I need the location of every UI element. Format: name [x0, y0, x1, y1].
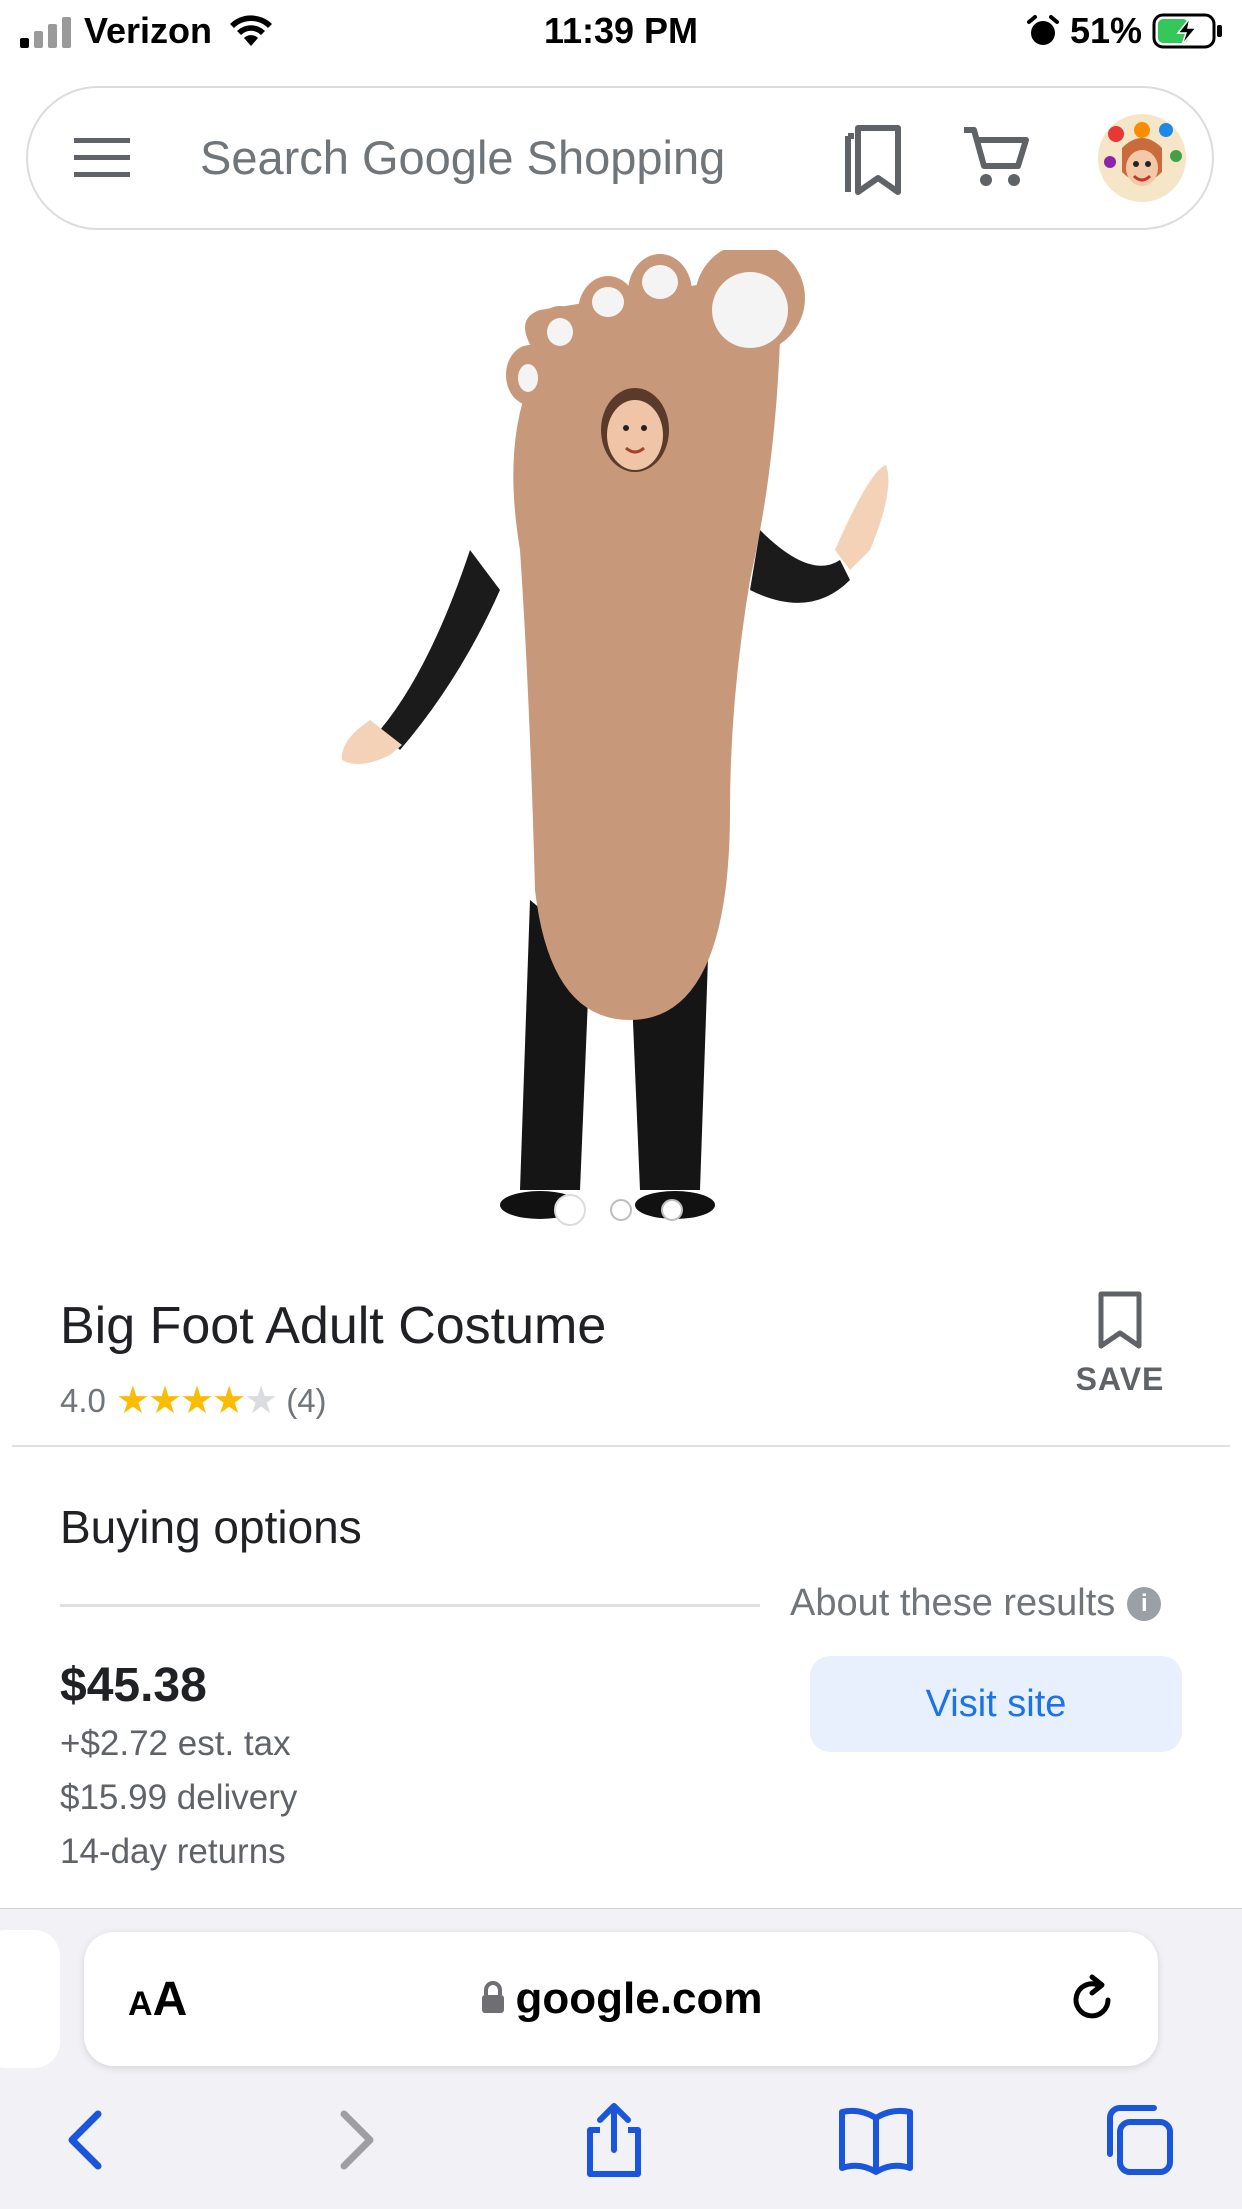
battery-icon — [1152, 13, 1222, 49]
lock-icon — [481, 1981, 504, 2013]
cart-icon[interactable] — [962, 124, 1030, 192]
back-icon[interactable] — [46, 2100, 126, 2180]
buying-options-heading: Buying options — [60, 1501, 362, 1553]
rating-stars: ★★★★★ — [115, 1380, 278, 1422]
price: $45.38 — [60, 1659, 207, 1712]
rating-row[interactable]: 4.0 ★★★★★ (4) — [60, 1378, 327, 1423]
save-label: SAVE — [1075, 1361, 1165, 1397]
alarm-icon — [1027, 15, 1059, 45]
menu-icon[interactable] — [72, 136, 132, 180]
bookmarks-icon[interactable] — [840, 120, 904, 196]
forward-icon[interactable] — [316, 2100, 396, 2180]
returns-text: 14-day returns — [60, 1832, 286, 1871]
visit-site-button[interactable]: Visit site — [810, 1656, 1182, 1752]
product-title: Big Foot Adult Costume — [60, 1297, 607, 1355]
delivery-text: $15.99 delivery — [60, 1778, 298, 1817]
tax-text: +$2.72 est. tax — [60, 1724, 291, 1763]
rating-count: (4) — [286, 1381, 327, 1419]
tabs-icon[interactable] — [1100, 2100, 1180, 2180]
about-results-link[interactable]: About these results i — [790, 1582, 1162, 1625]
info-icon: i — [1127, 1586, 1162, 1621]
save-button[interactable]: SAVE — [1060, 1290, 1180, 1410]
bookmarks-book-icon[interactable] — [836, 2100, 916, 2180]
product-image[interactable] — [330, 250, 920, 1240]
status-bar: Verizon 11:39 PM 51% — [0, 0, 1242, 62]
share-icon[interactable] — [574, 2100, 654, 2180]
rating-value: 4.0 — [60, 1381, 106, 1419]
section-rule — [60, 1604, 760, 1607]
url-display[interactable]: google.com — [0, 1974, 1242, 2024]
domain-text: google.com — [515, 1974, 763, 2023]
search-input[interactable]: Search Google Shopping — [200, 130, 725, 185]
divider — [12, 1445, 1230, 1447]
carousel-dots[interactable] — [0, 1192, 1242, 1232]
battery-percent: 51% — [1070, 10, 1143, 51]
about-label: About these results — [790, 1582, 1116, 1624]
bookmark-icon — [1098, 1291, 1142, 1349]
avatar[interactable] — [1096, 112, 1188, 204]
reload-icon[interactable] — [1068, 1974, 1118, 2026]
